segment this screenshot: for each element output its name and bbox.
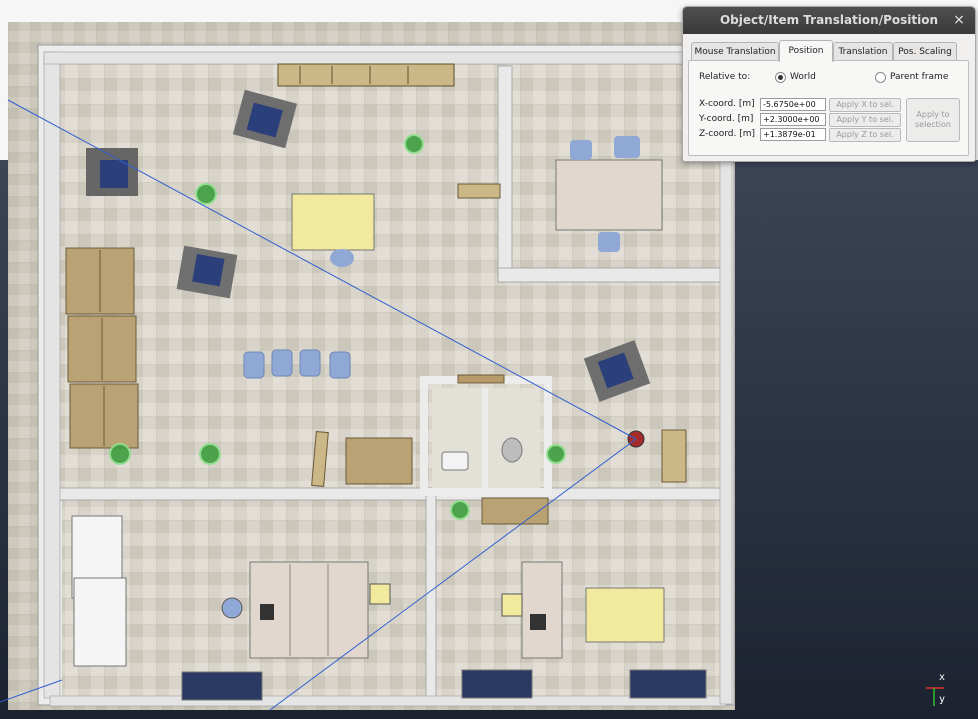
x-coord-field[interactable]: -5.6750e+00 — [760, 98, 826, 111]
tab-pos-scaling[interactable]: Pos. Scaling — [893, 42, 957, 61]
position-panel: Relative to: World Parent frame X-coord.… — [688, 60, 969, 156]
toilet — [501, 437, 523, 463]
chair-main-table — [330, 249, 354, 267]
radio-parent-frame-label[interactable]: Parent frame — [890, 72, 948, 82]
radio-world[interactable] — [775, 72, 786, 83]
wall-upper-right-horizontal — [497, 267, 729, 283]
wall-left-inner — [43, 51, 61, 699]
top-shelf-cabinet — [277, 63, 455, 87]
apply-to-selection-label: Apply to selection — [915, 110, 951, 129]
z-coord-field[interactable]: +1.3879e-01 — [760, 128, 826, 141]
meeting-table — [555, 159, 663, 231]
bathroom-shelf — [457, 374, 505, 384]
radio-world-label[interactable]: World — [790, 72, 816, 82]
vent-bottom-right — [629, 669, 707, 699]
wall-upper-right-vertical — [497, 65, 513, 277]
relative-to-label: Relative to: — [699, 72, 751, 82]
chair-yellow-right — [501, 593, 523, 617]
cardboard-box-center — [345, 437, 413, 485]
apply-y-button[interactable]: Apply Y to sel. — [829, 113, 901, 127]
yellow-table-lower-right — [585, 587, 665, 643]
vent-bottom-left — [181, 671, 263, 701]
x-coord-label: X-coord. [m] — [699, 99, 755, 109]
apply-to-selection-button[interactable]: Apply to selection — [906, 98, 960, 142]
tab-position[interactable]: Position — [779, 40, 833, 62]
dialog-title: Object/Item Translation/Position — [719, 13, 939, 27]
armchair-3 — [176, 245, 238, 299]
chair-yellow-left — [369, 583, 391, 605]
server-rack-2 — [73, 577, 127, 667]
desk-lower-right — [521, 561, 563, 659]
wall-bottom-inner — [49, 695, 727, 707]
y-coord-field[interactable]: +2.3000e+00 — [760, 113, 826, 126]
laptop-left — [260, 604, 274, 620]
wall-top-inner — [43, 51, 725, 65]
bathroom-divider — [482, 388, 488, 488]
yellow-table-main — [291, 193, 375, 251]
wall-lower-vertical — [425, 489, 437, 703]
dialog-titlebar[interactable]: Object/Item Translation/Position — [683, 7, 975, 34]
vent-bottom-mid — [461, 669, 533, 699]
apply-x-button[interactable]: Apply X to sel. — [829, 98, 901, 112]
wall-middle-horizontal — [49, 487, 727, 501]
radio-parent-frame[interactable] — [875, 72, 886, 83]
armchair-2 — [86, 148, 138, 196]
laptop-right — [530, 614, 546, 630]
axis-x-label: x — [939, 672, 946, 683]
apply-z-button[interactable]: Apply Z to sel. — [829, 128, 901, 142]
lower-right-room-floor — [436, 500, 720, 698]
z-coord-label: Z-coord. [m] — [699, 129, 755, 139]
close-icon[interactable]: × — [949, 7, 969, 34]
axis-y-label: y — [939, 694, 946, 705]
door-right — [661, 429, 687, 483]
tab-translation[interactable]: Translation — [833, 42, 893, 61]
tab-mouse-translation[interactable]: Mouse Translation — [691, 42, 779, 61]
y-coord-label: Y-coord. [m] — [699, 114, 754, 124]
bathroom-sink — [441, 451, 469, 471]
translation-position-dialog: Object/Item Translation/Position × Mouse… — [682, 6, 976, 162]
person-left — [221, 597, 243, 619]
shelf-upper — [457, 183, 501, 199]
cardboard-boxes — [65, 247, 139, 449]
